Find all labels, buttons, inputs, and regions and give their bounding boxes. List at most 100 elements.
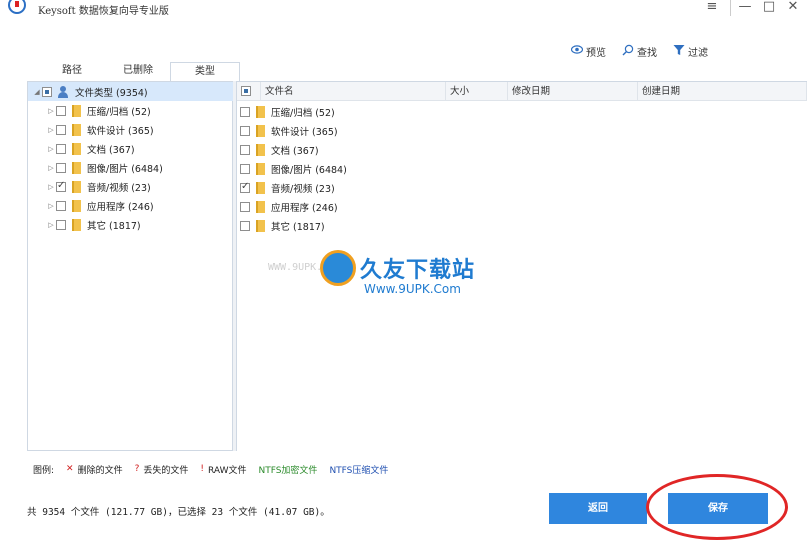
tree-item[interactable]: ▷ 软件设计 (365) xyxy=(28,120,154,139)
folder-icon xyxy=(255,105,265,118)
minimize-button[interactable]: — xyxy=(733,0,757,16)
watermark-url: Www.9UPK.Com xyxy=(364,282,461,296)
expand-arrow-icon[interactable]: ▷ xyxy=(46,107,56,115)
file-row[interactable]: 应用程序 (246) xyxy=(237,197,338,216)
file-row[interactable]: 音频/视频 (23) xyxy=(237,178,335,197)
column-header-created[interactable]: 创建日期 xyxy=(638,82,807,101)
restore-button[interactable]: □ xyxy=(757,0,781,16)
raw-mark-icon: ! xyxy=(200,464,205,474)
watermark-title: 久友下载站 xyxy=(360,258,476,283)
column-header-name[interactable]: 文件名 xyxy=(261,82,446,101)
tree-root[interactable]: ◢ 文件类型 (9354) xyxy=(28,82,233,101)
preview-label: 预览 xyxy=(586,47,606,59)
find-label: 查找 xyxy=(637,47,657,59)
tree-item[interactable]: ▷ 图像/图片 (6484) xyxy=(28,158,163,177)
preview-button[interactable]: 预览 xyxy=(570,44,606,59)
legend-item-text: RAW文件 xyxy=(208,465,247,476)
file-row-name: 压缩/归档 (52) xyxy=(271,107,335,119)
search-icon xyxy=(622,44,634,59)
tree-item[interactable]: ▷ 文档 (367) xyxy=(28,139,135,158)
file-row[interactable]: 压缩/归档 (52) xyxy=(237,102,335,121)
folder-icon xyxy=(71,104,81,117)
file-list-header: 文件名 大小 修改日期 创建日期 xyxy=(237,82,807,101)
file-row-checkbox[interactable] xyxy=(240,201,250,212)
tab-deleted[interactable]: 已删除 xyxy=(103,62,173,82)
file-type-tree: ◢ 文件类型 (9354) ▷ 压缩/归档 (52) ▷ 软件设计 (365) … xyxy=(27,81,233,451)
file-row-name: 软件设计 (365) xyxy=(271,126,338,138)
tree-item-checkbox[interactable] xyxy=(56,162,66,173)
file-row[interactable]: 图像/图片 (6484) xyxy=(237,159,347,178)
folder-icon xyxy=(71,218,81,231)
file-row-checkbox[interactable] xyxy=(240,181,250,193)
eye-icon xyxy=(570,45,584,57)
tree-item-checkbox[interactable] xyxy=(56,219,66,230)
tree-item[interactable]: ▷ 其它 (1817) xyxy=(28,215,141,234)
root-checkbox[interactable] xyxy=(42,86,52,97)
file-row-name: 其它 (1817) xyxy=(271,221,325,233)
window-title: Keysoft 数据恢复向导专业版 xyxy=(38,6,169,17)
folder-icon xyxy=(71,180,81,193)
file-row-checkbox[interactable] xyxy=(240,163,250,174)
column-header-modified[interactable]: 修改日期 xyxy=(508,82,638,101)
file-row-name: 音频/视频 (23) xyxy=(271,183,335,195)
legend-item-text: 丢失的文件 xyxy=(143,465,189,476)
tree-item-checkbox[interactable] xyxy=(56,143,66,154)
tree-item-label: 压缩/归档 (52) xyxy=(87,106,151,118)
legend-item-encrypted: NTFS加密文件 xyxy=(258,465,318,476)
folder-icon xyxy=(255,181,265,194)
select-all-cell xyxy=(237,82,261,101)
back-button[interactable]: 返回 xyxy=(549,493,647,524)
file-row[interactable]: 软件设计 (365) xyxy=(237,121,338,140)
tree-item[interactable]: ▷ 应用程序 (246) xyxy=(28,196,154,215)
watermark: WWW.9UPK.COM 久友下载站 Www.9UPK.Com xyxy=(268,248,528,308)
expand-arrow-icon[interactable]: ▷ xyxy=(46,126,56,134)
title-bar: Keysoft 数据恢复向导专业版 ≡ — □ ✕ xyxy=(0,0,807,18)
expand-arrow-icon[interactable]: ▷ xyxy=(46,145,56,153)
legend-label: 图例: xyxy=(33,465,55,476)
expand-arrow-icon[interactable]: ▷ xyxy=(46,164,56,172)
select-all-checkbox[interactable] xyxy=(241,86,251,96)
column-header-size[interactable]: 大小 xyxy=(446,82,508,101)
watermark-logo-icon xyxy=(320,250,356,286)
close-button[interactable]: ✕ xyxy=(781,0,805,16)
tree-item-label: 应用程序 (246) xyxy=(87,201,154,213)
tree-item[interactable]: ▷ 音频/视频 (23) xyxy=(28,177,151,196)
find-button[interactable]: 查找 xyxy=(622,44,657,59)
tree-item-checkbox[interactable] xyxy=(56,105,66,116)
tree-root-label: 文件类型 (9354) xyxy=(75,87,148,99)
menu-icon[interactable]: ≡ xyxy=(700,0,724,16)
tab-type[interactable]: 类型 xyxy=(170,62,240,82)
tree-item-checkbox[interactable] xyxy=(56,200,66,211)
tree-item-label: 音频/视频 (23) xyxy=(87,182,151,194)
lost-mark-icon: ? xyxy=(134,464,140,474)
collapse-arrow-icon[interactable]: ◢ xyxy=(32,88,42,96)
app-logo-icon xyxy=(8,0,26,14)
file-row-name: 文档 (367) xyxy=(271,145,319,157)
expand-arrow-icon[interactable]: ▷ xyxy=(46,202,56,210)
title-separator xyxy=(730,0,731,16)
file-row[interactable]: 文档 (367) xyxy=(237,140,319,159)
tree-item-label: 软件设计 (365) xyxy=(87,125,154,137)
tree-item-label: 图像/图片 (6484) xyxy=(87,163,163,175)
file-row-checkbox[interactable] xyxy=(240,125,250,136)
tree-item-label: 其它 (1817) xyxy=(87,220,141,232)
tree-item-checkbox[interactable] xyxy=(56,180,66,192)
file-row-checkbox[interactable] xyxy=(240,220,250,231)
tree-item[interactable]: ▷ 压缩/归档 (52) xyxy=(28,101,151,120)
file-row[interactable]: 其它 (1817) xyxy=(237,216,325,235)
legend: 图例: ✕ 删除的文件 ? 丢失的文件 ! RAW文件 NTFS加密文件 NTF… xyxy=(33,462,400,476)
filter-button[interactable]: 过滤 xyxy=(673,44,708,59)
expand-arrow-icon[interactable]: ▷ xyxy=(46,183,56,191)
folder-icon xyxy=(71,199,81,212)
folder-icon xyxy=(255,143,265,156)
folder-icon xyxy=(71,161,81,174)
expand-arrow-icon[interactable]: ▷ xyxy=(46,221,56,229)
folder-icon xyxy=(71,123,81,136)
folder-icon xyxy=(255,200,265,213)
file-row-checkbox[interactable] xyxy=(240,106,250,117)
highlight-ring xyxy=(646,474,788,540)
tree-item-checkbox[interactable] xyxy=(56,124,66,135)
file-row-name: 应用程序 (246) xyxy=(271,202,338,214)
tab-path[interactable]: 路径 xyxy=(37,62,107,82)
file-row-checkbox[interactable] xyxy=(240,144,250,155)
